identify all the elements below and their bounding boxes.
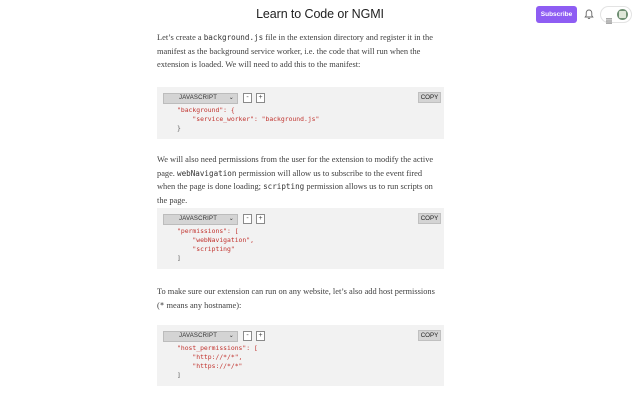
code-line: "scripting" — [177, 245, 235, 253]
language-select[interactable]: JAVASCRIPT ⌄ — [163, 93, 238, 104]
collapse-button[interactable]: - — [243, 331, 252, 341]
chevron-down-icon: ⌄ — [228, 95, 234, 101]
paragraph-background-worker: Let’s create a background.js file in the… — [157, 33, 433, 70]
code-line: "host_permissions": [ — [177, 344, 258, 352]
language-select[interactable]: JAVASCRIPT ⌄ — [163, 331, 238, 342]
copy-button[interactable]: COPY — [418, 213, 441, 224]
collapse-button[interactable]: - — [243, 93, 252, 103]
code-content: "background": { "service_worker": "backg… — [177, 106, 319, 133]
code-line: "service_worker": "background.js" — [177, 115, 320, 123]
paragraph-permissions: We will also need permissions from the u… — [157, 155, 434, 206]
code-line: } — [177, 124, 181, 132]
copy-button[interactable]: COPY — [418, 92, 441, 103]
hamburger-menu-icon — [606, 11, 612, 24]
code-block: JAVASCRIPT ⌄ - + COPY "permissions": [ "w… — [157, 208, 444, 269]
top-navigation-bar: Learn to Code or NGMI Subscribe — [0, 0, 640, 30]
user-menu-button[interactable] — [600, 6, 632, 24]
chevron-down-icon: ⌄ — [228, 216, 234, 222]
code-line: "permissions": [ — [177, 227, 239, 235]
code-line: "http://*/*", — [177, 353, 243, 361]
expand-button[interactable]: + — [256, 93, 265, 103]
inline-code: scripting — [263, 182, 305, 192]
subscribe-button[interactable]: Subscribe — [536, 6, 577, 23]
code-block: JAVASCRIPT ⌄ - + COPY "host_permissions":… — [157, 325, 444, 386]
collapse-button[interactable]: - — [243, 214, 252, 224]
bell-icon[interactable] — [582, 7, 596, 21]
code-line: "background": { — [177, 106, 235, 114]
code-line: "https://*/*" — [177, 362, 243, 370]
chevron-down-icon: ⌄ — [228, 333, 234, 339]
code-content: "host_permissions": [ "http://*/*", "htt… — [177, 344, 258, 380]
code-line: ] — [177, 254, 181, 262]
paragraph-host-permissions: To make sure our extension can run on an… — [157, 287, 435, 310]
expand-button[interactable]: + — [256, 331, 265, 341]
inline-code: webNavigation — [177, 168, 237, 178]
expand-button[interactable]: + — [256, 214, 265, 224]
code-line: ] — [177, 371, 181, 379]
language-select[interactable]: JAVASCRIPT ⌄ — [163, 214, 238, 225]
code-content: "permissions": [ "webNavigation", "scrip… — [177, 227, 254, 263]
user-avatar — [617, 9, 628, 20]
copy-button[interactable]: COPY — [418, 330, 441, 341]
inline-code: background.js — [203, 33, 264, 42]
code-line: "webNavigation", — [177, 236, 254, 244]
code-block: JAVASCRIPT ⌄ - + COPY "background": { "se… — [157, 87, 444, 139]
